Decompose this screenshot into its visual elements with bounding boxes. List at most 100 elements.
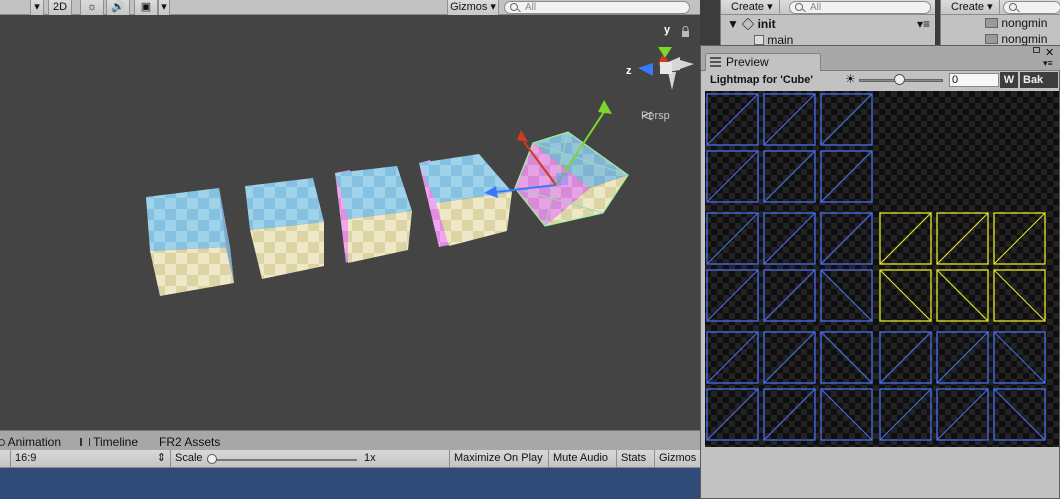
mute-audio-label: Mute Audio (553, 452, 609, 464)
cube-2[interactable] (245, 178, 324, 279)
scene-viewport[interactable] (0, 0, 700, 430)
uv-tile (936, 331, 989, 384)
exposure-slider-thumb[interactable] (894, 74, 906, 85)
hierarchy-create-label: Create (731, 1, 765, 13)
preview-tab-label: Preview (726, 55, 769, 69)
uv-tile (936, 388, 989, 441)
mute-audio-toggle[interactable]: Mute Audio (548, 450, 612, 468)
uv-tile (879, 331, 932, 384)
panel-menu-icon[interactable]: ▾≡ (1043, 58, 1053, 69)
uv-tile (820, 212, 873, 265)
scene-view[interactable]: ▾ 2D ☼ 🔊 ▣ ▾ Gizmos ▾ All y z Persp (0, 0, 700, 430)
gizmo-z-label: z (626, 65, 632, 77)
uv-tile (936, 269, 989, 322)
preview-tab-icon (710, 57, 721, 67)
scale-value: 1x (364, 452, 376, 464)
tab-fr2-assets-label: FR2 Assets (159, 435, 221, 449)
w-toggle-button[interactable]: W (1000, 72, 1018, 88)
cube-1[interactable] (146, 188, 234, 296)
project-folder-2-label: nongmin (1001, 32, 1048, 46)
project-create-label: Create (951, 1, 985, 13)
scale-label: Scale (175, 452, 203, 464)
hierarchy-panel: Create ▾ All ▼ init ▾≡ main (720, 0, 935, 47)
uv-tile (993, 388, 1046, 441)
project-panel: Create ▾ nongmin nongmin (940, 0, 1060, 46)
uv-tile (879, 388, 932, 441)
cube-5-selected[interactable] (514, 131, 629, 227)
game-gizmos-toggle[interactable]: Gizmos (654, 450, 700, 468)
uv-tile (820, 388, 873, 441)
camera-persp-label[interactable]: Persp (641, 110, 670, 122)
uv-tile (763, 150, 816, 203)
search-icon (1009, 3, 1017, 11)
preview-tabbar: Preview ✕ ▾≡ (701, 46, 1060, 71)
animation-icon (0, 439, 5, 446)
scene-name-label: init (757, 17, 776, 31)
lightmap-title: Lightmap for 'Cube' (710, 74, 814, 86)
bake-dropdown[interactable]: Bak (1020, 72, 1058, 88)
uv-tile (993, 269, 1046, 322)
gizmo-y-label: y (664, 24, 671, 36)
exposure-value-field[interactable]: 0 (949, 73, 999, 87)
uv-tile (763, 212, 816, 265)
exposure-icon: ☀ (845, 72, 856, 86)
lightmap-header: Lightmap for 'Cube' ☀ 0 W Bak (704, 72, 1058, 88)
hierarchy-search-placeholder: All (810, 2, 822, 13)
scene-row-init[interactable]: ▼ init ▾≡ (727, 16, 934, 32)
maximize-on-play-toggle[interactable]: Maximize On Play (449, 450, 547, 468)
uv-tile (879, 269, 932, 322)
uv-tile (706, 150, 759, 203)
game-toolbar: 16:9 ⇕ Scale 1x Maximize On Play Mute Au… (0, 450, 700, 468)
uv-tile (706, 388, 759, 441)
uv-tile (706, 212, 759, 265)
folder-icon (985, 34, 998, 44)
tab-fr2-assets[interactable]: FR2 Assets (159, 434, 220, 450)
timeline-icon (80, 438, 90, 446)
maximize-icon[interactable] (1033, 47, 1040, 53)
cube-3[interactable] (335, 166, 412, 263)
project-create-button[interactable]: Create ▾ (945, 0, 1000, 15)
uv-tile (820, 269, 873, 322)
uv-tile (706, 93, 759, 146)
tab-animation-label: Animation (7, 435, 62, 449)
tab-animation[interactable]: Animation (0, 434, 61, 450)
lock-icon[interactable] (682, 26, 689, 38)
aspect-label: 16:9 (15, 452, 37, 464)
preview-tab[interactable]: Preview (705, 53, 821, 71)
project-folder-1-label: nongmin (1001, 16, 1048, 30)
hierarchy-create-button[interactable]: Create ▾ (725, 0, 780, 15)
folder-icon (985, 18, 998, 28)
maximize-on-play-label: Maximize On Play (454, 452, 543, 464)
uv-tile (706, 331, 759, 384)
stats-label: Stats (621, 452, 647, 464)
uv-tile (993, 331, 1046, 384)
uv-tile (706, 269, 759, 322)
unity-editor: ▾ 2D ☼ 🔊 ▣ ▾ Gizmos ▾ All y z Persp Crea… (0, 0, 1060, 499)
hierarchy-search-input[interactable]: All (789, 1, 931, 14)
scene-menu-icon[interactable]: ▾≡ (917, 16, 930, 32)
orientation-gizmo[interactable] (638, 47, 694, 90)
project-search-input[interactable] (1003, 1, 1060, 14)
lightmap-preview-area[interactable] (705, 91, 1059, 447)
gameobject-icon (754, 35, 764, 45)
stats-toggle[interactable]: Stats (616, 450, 650, 468)
aspect-dropdown[interactable]: 16:9 ⇕ (10, 450, 170, 468)
scale-slider-track[interactable] (212, 459, 357, 461)
uv-tile (879, 212, 932, 265)
game-view[interactable] (0, 468, 700, 499)
tab-timeline-label: Timeline (93, 435, 139, 449)
expand-arrow-icon[interactable]: ▼ (727, 17, 739, 31)
scale-slider-thumb[interactable] (207, 454, 217, 464)
game-gizmos-label: Gizmos (659, 452, 697, 464)
tab-timeline[interactable]: Timeline (80, 434, 138, 450)
uv-tile (820, 331, 873, 384)
uv-tile (820, 93, 873, 146)
project-folder-1[interactable]: nongmin (985, 15, 1047, 31)
uv-tile (763, 269, 816, 322)
uv-tile (763, 388, 816, 441)
preview-window: Preview ✕ ▾≡ Lightmap for 'Cube' ☀ 0 W B… (700, 45, 1060, 499)
uv-tile (763, 331, 816, 384)
uv-layout (706, 93, 1046, 441)
hierarchy-toolbar: Create ▾ All (721, 0, 935, 15)
cube-4[interactable] (419, 154, 512, 247)
